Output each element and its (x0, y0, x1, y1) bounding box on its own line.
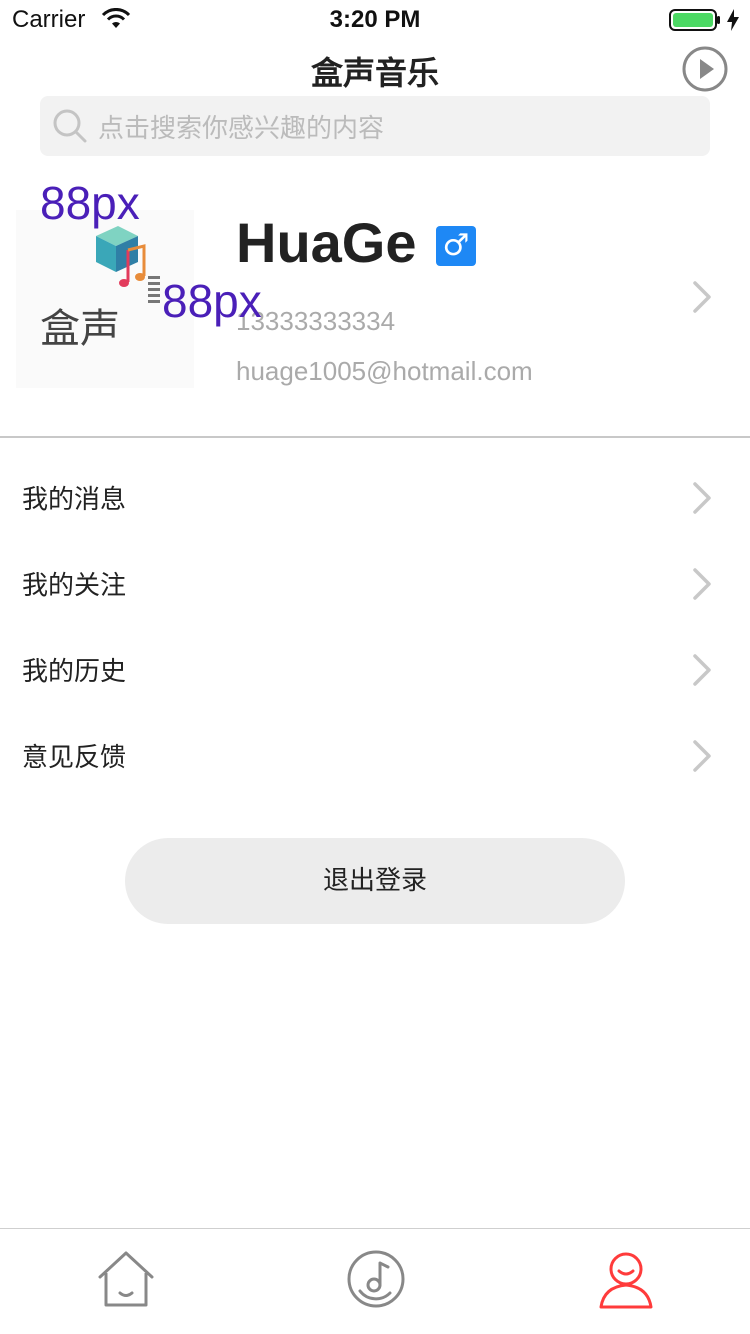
menu-item-label: 我的关注 (22, 571, 127, 601)
tab-home[interactable] (0, 1229, 250, 1334)
menu-item-label: 我的历史 (22, 657, 127, 687)
music-disc-icon (347, 1250, 405, 1308)
menu-item-history[interactable]: 我的历史 (0, 627, 750, 713)
search-icon (52, 108, 88, 148)
tab-music[interactable] (250, 1229, 500, 1334)
menu-item-label: 我的消息 (22, 485, 127, 515)
avatar-logo-text: 盒声 (40, 306, 120, 352)
dimension-label-top: 88px (40, 177, 140, 229)
tab-bar (0, 1228, 750, 1334)
chevron-right-icon (693, 482, 711, 514)
user-name: HuaGe (236, 211, 417, 274)
home-icon (98, 1251, 154, 1307)
profile-icon (599, 1252, 653, 1309)
chevron-right-icon (693, 281, 711, 313)
logout-button[interactable]: 退出登录 (125, 838, 625, 924)
profile-card[interactable]: 盒声 88px HuaGe ♂ 13333333334 88px huage10… (0, 170, 750, 438)
dimension-label-right: 88px (162, 275, 262, 327)
chevron-right-icon (693, 568, 711, 600)
play-button[interactable] (681, 45, 729, 93)
chevron-right-icon (693, 654, 711, 686)
clock: 3:20 PM (329, 6, 421, 33)
status-bar: Carrier 3:20 PM (0, 0, 750, 40)
menu-item-feedback[interactable]: 意见反馈 (0, 713, 750, 799)
charging-icon (726, 9, 740, 35)
play-icon (682, 46, 728, 92)
search-placeholder: 点击搜索你感兴趣的内容 (98, 114, 385, 144)
menu-item-messages[interactable]: 我的消息 (0, 455, 750, 541)
user-email: huage1005@hotmail.com (236, 356, 533, 386)
gender-male-icon: ♂ (436, 226, 476, 266)
chevron-right-icon (693, 740, 711, 772)
divider (0, 436, 750, 438)
search-input[interactable]: 点击搜索你感兴趣的内容 (40, 96, 710, 156)
battery-icon (669, 8, 721, 36)
menu-item-label: 意见反馈 (22, 743, 127, 773)
menu-item-following[interactable]: 我的关注 (0, 541, 750, 627)
tab-profile[interactable] (500, 1229, 750, 1334)
page-title: 盒声音乐 (310, 54, 439, 92)
